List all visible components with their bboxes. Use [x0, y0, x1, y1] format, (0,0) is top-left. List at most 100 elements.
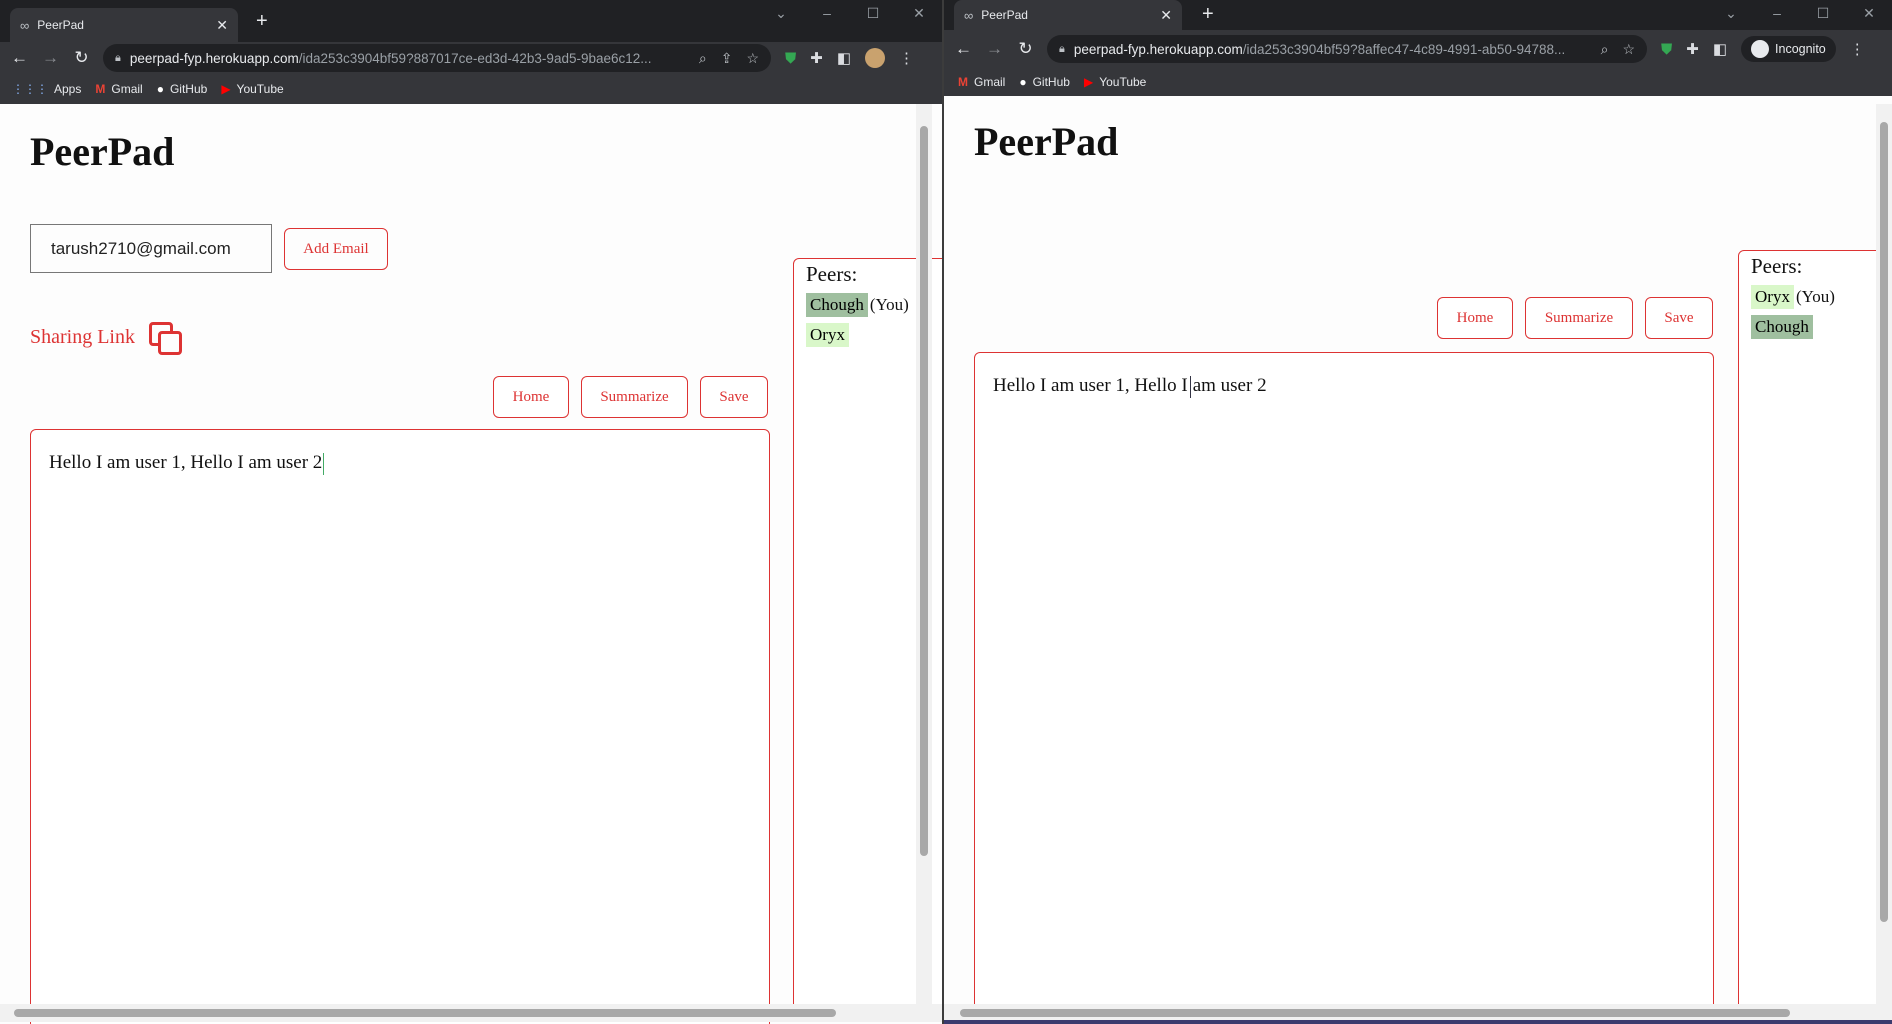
- address-bar[interactable]: 🔒︎ peerpad-fyp.herokuapp.com/ida253c3904…: [103, 44, 771, 72]
- github-icon: ●: [156, 82, 164, 96]
- scroll-thumb[interactable]: [960, 1009, 1790, 1017]
- window-close-icon[interactable]: ✕: [896, 0, 942, 26]
- you-label: (You): [869, 295, 909, 314]
- close-icon[interactable]: ✕: [1160, 7, 1172, 24]
- kebab-menu-icon[interactable]: ⋮: [1850, 40, 1865, 58]
- editor-text: Hello I am user 1, Hello I am user 2: [49, 452, 323, 473]
- bookmark-github[interactable]: ● GitHub: [157, 82, 208, 96]
- bookmarks-bar: M Gmail ● GitHub ▶ YouTube: [944, 68, 1892, 96]
- page-content: PeerPad Home Summarize Save Hello I am u…: [944, 96, 1892, 1024]
- peer-name: Oryx: [806, 323, 849, 347]
- scroll-thumb[interactable]: [920, 126, 928, 856]
- infinity-icon: ∞: [20, 17, 30, 33]
- zoom-icon[interactable]: ⌕: [1601, 41, 1609, 58]
- tab-peerpad[interactable]: ∞ PeerPad ✕: [10, 8, 238, 42]
- sharing-link-label: Sharing Link: [30, 325, 135, 348]
- url-text: peerpad-fyp.herokuapp.com/ida253c3904bf5…: [129, 50, 652, 66]
- you-label: (You): [1795, 287, 1835, 306]
- apps-grid-icon: ⋮⋮⋮: [12, 82, 48, 96]
- editor-text-after-caret: am user 2: [1192, 375, 1267, 396]
- share-icon[interactable]: ⇪: [721, 50, 733, 67]
- lock-icon[interactable]: 🔒︎: [115, 52, 121, 65]
- vertical-scrollbar[interactable]: [1876, 104, 1892, 1004]
- page-content: PeerPad tarush2710@gmail.com Add Email S…: [0, 104, 942, 1024]
- window-close-icon[interactable]: ✕: [1846, 0, 1892, 26]
- tab-search-icon[interactable]: ⌄: [1708, 0, 1754, 26]
- puzzle-icon[interactable]: ✚: [810, 49, 823, 67]
- home-button[interactable]: Home: [493, 376, 569, 418]
- github-icon: ●: [1019, 75, 1027, 89]
- text-caret: [1189, 375, 1191, 398]
- email-input[interactable]: tarush2710@gmail.com: [30, 224, 272, 273]
- close-icon[interactable]: ✕: [216, 17, 228, 34]
- browser-toolbar: ← → ↻ 🔒︎ peerpad-fyp.herokuapp.com/ida25…: [944, 30, 1892, 68]
- maximize-icon[interactable]: ☐: [1800, 0, 1846, 26]
- incognito-badge[interactable]: Incognito: [1741, 36, 1836, 62]
- bookmark-youtube[interactable]: ▶ YouTube: [221, 82, 283, 96]
- peer-row: Chough: [1751, 315, 1892, 339]
- browser-toolbar: ← → ↻ 🔒︎ peerpad-fyp.herokuapp.com/ida25…: [0, 42, 942, 74]
- shield-icon[interactable]: ⛊: [1661, 41, 1672, 58]
- peers-panel: Peers: Oryx (You) Chough: [1738, 250, 1892, 1010]
- star-icon[interactable]: ☆: [1622, 41, 1635, 58]
- summarize-button[interactable]: Summarize: [581, 376, 688, 418]
- scroll-thumb[interactable]: [14, 1009, 836, 1017]
- infinity-icon: ∞: [964, 7, 974, 23]
- window-controls: ⌄ – ☐ ✕: [1708, 0, 1892, 26]
- save-button[interactable]: Save: [700, 376, 768, 418]
- save-button[interactable]: Save: [1645, 297, 1713, 339]
- copy-icon[interactable]: [149, 322, 182, 355]
- bookmark-gmail[interactable]: M Gmail: [958, 75, 1005, 89]
- minimize-icon[interactable]: –: [804, 0, 850, 26]
- text-editor[interactable]: Hello I am user 1, Hello Iam user 2: [974, 352, 1714, 1024]
- scroll-thumb[interactable]: [1880, 122, 1888, 922]
- horizontal-scrollbar[interactable]: [0, 1004, 942, 1022]
- app-title: PeerPad: [30, 129, 175, 174]
- bookmark-github[interactable]: ● GitHub: [1019, 75, 1070, 89]
- incognito-icon: [1751, 40, 1770, 58]
- bookmark-apps[interactable]: ⋮⋮⋮ Apps: [12, 82, 81, 96]
- lock-icon[interactable]: 🔒︎: [1059, 43, 1065, 56]
- forward-arrow-icon[interactable]: →: [35, 48, 66, 68]
- plus-icon[interactable]: +: [256, 10, 268, 33]
- vertical-scrollbar[interactable]: [916, 104, 932, 1004]
- peer-name: Oryx: [1751, 285, 1794, 309]
- peer-name: Chough: [806, 293, 868, 317]
- star-icon[interactable]: ☆: [746, 50, 759, 67]
- url-text: peerpad-fyp.herokuapp.com/ida253c3904bf5…: [1073, 41, 1566, 57]
- zoom-icon[interactable]: ⌕: [699, 50, 707, 67]
- puzzle-icon[interactable]: ✚: [1686, 40, 1699, 58]
- tab-title: PeerPad: [37, 18, 84, 32]
- gmail-icon: M: [95, 82, 106, 96]
- bookmark-gmail[interactable]: M Gmail: [95, 82, 142, 96]
- tab-title: PeerPad: [981, 8, 1028, 22]
- plus-icon[interactable]: +: [1202, 3, 1214, 26]
- profile-avatar[interactable]: [865, 48, 886, 68]
- youtube-icon: ▶: [221, 82, 231, 96]
- back-arrow-icon[interactable]: ←: [948, 39, 979, 59]
- bookmarks-bar: ⋮⋮⋮ Apps M Gmail ● GitHub ▶ YouTube: [0, 74, 942, 104]
- minimize-icon[interactable]: –: [1754, 0, 1800, 26]
- address-bar[interactable]: 🔒︎ peerpad-fyp.herokuapp.com/ida253c3904…: [1047, 35, 1647, 63]
- taskbar-edge: [944, 1020, 1892, 1024]
- shield-icon[interactable]: ⛊: [785, 50, 796, 67]
- peer-name: Chough: [1751, 315, 1813, 339]
- text-editor[interactable]: Hello I am user 1, Hello I am user 2: [30, 429, 770, 1024]
- tab-search-icon[interactable]: ⌄: [758, 0, 804, 26]
- peer-row: Oryx (You): [1751, 285, 1892, 309]
- reload-icon[interactable]: ↻: [66, 48, 97, 68]
- kebab-menu-icon[interactable]: ⋮: [899, 49, 914, 67]
- add-email-button[interactable]: Add Email: [284, 228, 388, 270]
- side-panel-icon[interactable]: ◧: [837, 49, 851, 67]
- forward-arrow-icon[interactable]: →: [979, 39, 1010, 59]
- side-panel-icon[interactable]: ◧: [1713, 40, 1727, 58]
- browser-window-right: ∞ PeerPad ✕ + ⌄ – ☐ ✕ ← → ↻ 🔒︎ peerpad-f…: [944, 0, 1892, 1024]
- back-arrow-icon[interactable]: ←: [4, 48, 35, 68]
- maximize-icon[interactable]: ☐: [850, 0, 896, 26]
- sharing-link[interactable]: Sharing Link: [30, 322, 182, 355]
- reload-icon[interactable]: ↻: [1010, 39, 1041, 59]
- summarize-button[interactable]: Summarize: [1525, 297, 1633, 339]
- bookmark-youtube[interactable]: ▶ YouTube: [1084, 75, 1146, 89]
- home-button[interactable]: Home: [1437, 297, 1513, 339]
- tab-peerpad[interactable]: ∞ PeerPad ✕: [954, 0, 1182, 30]
